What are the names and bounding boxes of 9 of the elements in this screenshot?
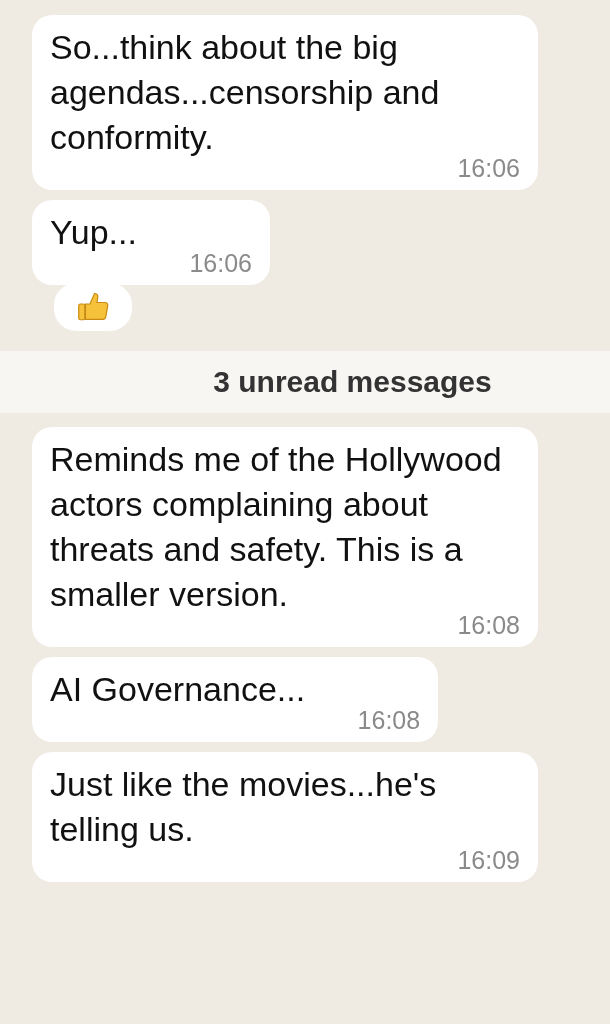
message-text: Yup... <box>50 212 138 253</box>
unread-label: 3 unread messages <box>213 365 492 399</box>
message-time: 16:06 <box>189 249 252 277</box>
message-time: 16:09 <box>457 846 520 874</box>
message-time: 16:08 <box>357 706 421 734</box>
message-text: So...think about the big agendas...censorship and conformity. <box>50 27 441 158</box>
message-time: 16:06 <box>457 154 520 182</box>
message-text: AI Governance... <box>50 669 307 710</box>
message-text: Just like the movies...he's telling us. <box>50 764 438 850</box>
